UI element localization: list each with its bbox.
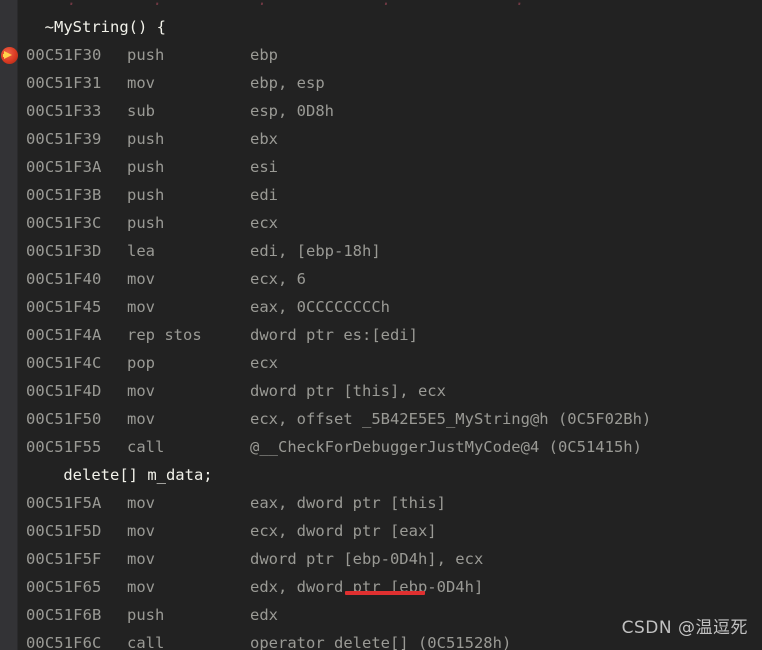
- code-line-list: ~MyString() { 00C51F30 push ebp 00C51F31 mov e…: [0, 13, 762, 650]
- source-code-line[interactable]: delete[] m_data;: [0, 461, 762, 489]
- instruction-mnemonic: mov: [127, 550, 155, 568]
- instruction-operands: ecx: [250, 214, 278, 232]
- disassembly-line[interactable]: 00C51F5D mov ecx, dword ptr [eax]: [0, 517, 762, 545]
- instruction-address: 00C51F5D: [26, 522, 102, 540]
- instruction-operands: ecx, offset _5B42E5E5_MyString@h (0C5F02…: [250, 410, 652, 428]
- instruction-mnemonic: mov: [127, 74, 155, 92]
- instruction-address: 00C51F31: [26, 74, 102, 92]
- instruction-mnemonic: push: [127, 158, 165, 176]
- instruction-operands: dword ptr [this], ecx: [250, 382, 446, 400]
- instruction-operands: operator delete[] (0C51528h): [250, 634, 512, 650]
- instruction-operands: dword ptr [ebp-0D4h], ecx: [250, 550, 484, 568]
- instruction-address: 00C51F45: [26, 298, 102, 316]
- disassembly-line[interactable]: 00C51F55 call @__CheckForDebuggerJustMyCod…: [0, 433, 762, 461]
- csdn-watermark: CSDN @温逗死: [621, 618, 748, 638]
- instruction-operands: dword ptr es:[edi]: [250, 326, 418, 344]
- instruction-operands: ecx, 6: [250, 270, 306, 288]
- disassembly-line[interactable]: 00C51F3A push esi: [0, 153, 762, 181]
- disassembly-line[interactable]: 00C51F40 mov ecx, 6: [0, 265, 762, 293]
- instruction-operands: ecx, dword ptr [eax]: [250, 522, 437, 540]
- instruction-mnemonic: push: [127, 186, 165, 204]
- instruction-operands: @__CheckForDebuggerJustMyCode@4 (0C51415…: [250, 438, 642, 456]
- instruction-address: 00C51F33: [26, 102, 102, 120]
- instruction-mnemonic: sub: [127, 102, 155, 120]
- disassembly-line[interactable]: 00C51F31 mov ebp, esp: [0, 69, 762, 97]
- disassembly-line[interactable]: 00C51F5F mov dword ptr [ebp-0D4h], ecx: [0, 545, 762, 573]
- instruction-address: 00C51F3C: [26, 214, 102, 232]
- disassembly-line[interactable]: 00C51F3B push edi: [0, 181, 762, 209]
- instruction-address: 00C51F50: [26, 410, 102, 428]
- source-code-line[interactable]: ~MyString() {: [0, 13, 762, 41]
- instruction-operands: esi: [250, 158, 278, 176]
- instruction-address: 00C51F3D: [26, 242, 102, 260]
- top-cutoff-text: , , , , ,: [19, 0, 762, 5]
- disassembly-line[interactable]: 00C51F4C pop ecx: [0, 349, 762, 377]
- instruction-mnemonic: rep stos: [127, 326, 202, 344]
- source-code-text: delete[] m_data;: [26, 466, 213, 484]
- disassembly-window: , , , , , ~MyString() {00C51F30pushebp00…: [0, 0, 762, 650]
- instruction-address: 00C51F3B: [26, 186, 102, 204]
- disassembly-line[interactable]: 00C51F33 sub esp, 0D8h: [0, 97, 762, 125]
- instruction-mnemonic: mov: [127, 410, 155, 428]
- disassembly-line[interactable]: 00C51F30 push ebp: [0, 41, 762, 69]
- instruction-mnemonic: mov: [127, 494, 155, 512]
- instruction-operands: edi: [250, 186, 278, 204]
- instruction-address: 00C51F4C: [26, 354, 102, 372]
- instruction-address: 00C51F4A: [26, 326, 102, 344]
- instruction-address: 00C51F6C: [26, 634, 102, 650]
- instruction-mnemonic: mov: [127, 298, 155, 316]
- source-code-text: ~MyString() {: [26, 18, 166, 36]
- instruction-mnemonic: push: [127, 606, 165, 624]
- instruction-address: 00C51F65: [26, 578, 102, 596]
- instruction-mnemonic: mov: [127, 578, 155, 596]
- instruction-operands: edx, dword ptr [ebp-0D4h]: [250, 578, 484, 596]
- current-statement-arrow-icon: [4, 51, 12, 59]
- instruction-address: 00C51F5F: [26, 550, 102, 568]
- instruction-mnemonic: lea: [127, 242, 155, 260]
- instruction-mnemonic: mov: [127, 382, 155, 400]
- instruction-operands: ebp, esp: [250, 74, 325, 92]
- instruction-mnemonic: call: [127, 438, 165, 456]
- instruction-address: 00C51F4D: [26, 382, 102, 400]
- red-underline-annotation: [345, 591, 425, 595]
- disassembly-line[interactable]: 00C51F50 mov ecx, offset _5B42E5E5_MyStrin…: [0, 405, 762, 433]
- instruction-mnemonic: push: [127, 214, 165, 232]
- instruction-address: 00C51F5A: [26, 494, 102, 512]
- disassembly-line[interactable]: 00C51F65 mov edx, dword ptr [ebp-0D4h]: [0, 573, 762, 601]
- instruction-operands: eax, 0CCCCCCCCh: [250, 298, 390, 316]
- instruction-address: 00C51F3A: [26, 158, 102, 176]
- instruction-address: 00C51F55: [26, 438, 102, 456]
- instruction-mnemonic: pop: [127, 354, 155, 372]
- instruction-address: 00C51F39: [26, 130, 102, 148]
- instruction-address: 00C51F6B: [26, 606, 102, 624]
- disassembly-line[interactable]: 00C51F5A mov eax, dword ptr [this]: [0, 489, 762, 517]
- disassembly-line[interactable]: 00C51F3D lea edi, [ebp-18h]: [0, 237, 762, 265]
- disassembly-line[interactable]: 00C51F4D mov dword ptr [this], ecx: [0, 377, 762, 405]
- breakpoint-marker-icon[interactable]: [1, 46, 18, 64]
- instruction-mnemonic: push: [127, 46, 165, 64]
- instruction-operands: esp, 0D8h: [250, 102, 334, 120]
- instruction-operands: eax, dword ptr [this]: [250, 494, 446, 512]
- disassembly-line[interactable]: 00C51F39 push ebx: [0, 125, 762, 153]
- instruction-mnemonic: mov: [127, 522, 155, 540]
- instruction-mnemonic: mov: [127, 270, 155, 288]
- instruction-operands: ecx: [250, 354, 278, 372]
- instruction-mnemonic: call: [127, 634, 165, 650]
- disassembly-line[interactable]: 00C51F45 mov eax, 0CCCCCCCCh: [0, 293, 762, 321]
- disassembly-line[interactable]: 00C51F4A rep stos dword ptr es:[edi]: [0, 321, 762, 349]
- instruction-mnemonic: push: [127, 130, 165, 148]
- instruction-operands: edi, [ebp-18h]: [250, 242, 381, 260]
- instruction-operands: edx: [250, 606, 278, 624]
- instruction-operands: ebp: [250, 46, 278, 64]
- instruction-operands: ebx: [250, 130, 278, 148]
- instruction-address: 00C51F40: [26, 270, 102, 288]
- instruction-address: 00C51F30: [26, 46, 102, 64]
- disassembly-line[interactable]: 00C51F3C push ecx: [0, 209, 762, 237]
- breakpoint-gutter[interactable]: [0, 0, 18, 650]
